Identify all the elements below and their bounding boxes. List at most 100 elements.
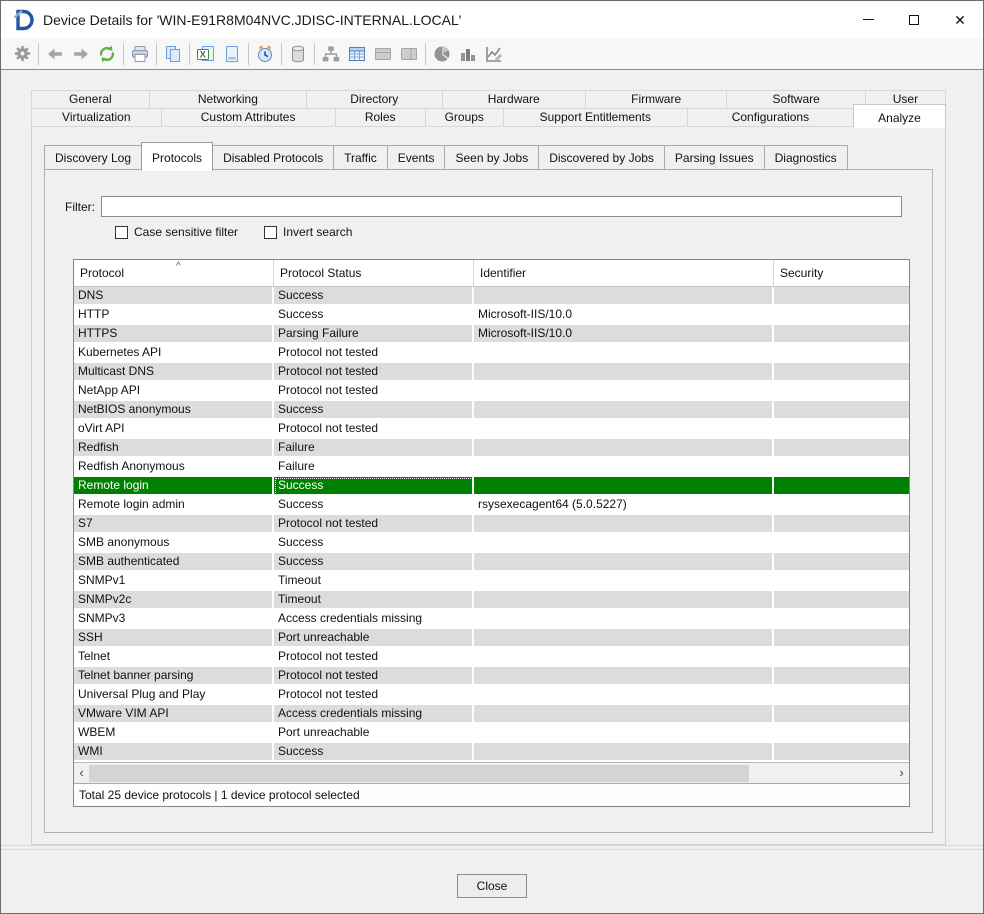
cell-security[interactable]	[774, 667, 909, 686]
cell-protocol[interactable]: SMB anonymous	[74, 534, 274, 553]
cell-status[interactable]: Parsing Failure	[274, 325, 474, 344]
cell-security[interactable]	[774, 401, 909, 420]
database-icon[interactable]	[285, 41, 311, 67]
tab-hardware[interactable]: Hardware	[442, 90, 586, 109]
cell-security[interactable]	[774, 306, 909, 325]
scrollbar-track[interactable]	[89, 765, 894, 782]
cell-security[interactable]	[774, 743, 909, 762]
cell-security[interactable]	[774, 287, 909, 306]
refresh-icon[interactable]	[94, 41, 120, 67]
cell-security[interactable]	[774, 610, 909, 629]
tab-custom-attributes[interactable]: Custom Attributes	[161, 108, 336, 127]
cell-identifier[interactable]	[474, 439, 774, 458]
table-row-http[interactable]: HTTPSuccessMicrosoft-IIS/10.0	[74, 306, 909, 325]
cell-protocol[interactable]: Redfish	[74, 439, 274, 458]
bar-chart-icon[interactable]	[455, 41, 481, 67]
table-row-vmware-vim-api[interactable]: VMware VIM APIAccess credentials missing	[74, 705, 909, 724]
maximize-button[interactable]	[891, 1, 937, 38]
subtab-discovered-by-jobs[interactable]: Discovered by Jobs	[538, 145, 665, 170]
pie-chart-icon[interactable]	[429, 41, 455, 67]
cell-protocol[interactable]: Remote login	[74, 477, 274, 496]
tab-configurations[interactable]: Configurations	[687, 108, 854, 127]
table-row-universal-plug-and-play[interactable]: Universal Plug and PlayProtocol not test…	[74, 686, 909, 705]
table-row-snmpv1[interactable]: SNMPv1Timeout	[74, 572, 909, 591]
cell-security[interactable]	[774, 629, 909, 648]
cell-status[interactable]: Success	[274, 496, 474, 515]
cell-protocol[interactable]: Telnet banner parsing	[74, 667, 274, 686]
table-row-redfish-anonymous[interactable]: Redfish AnonymousFailure	[74, 458, 909, 477]
cell-security[interactable]	[774, 515, 909, 534]
cell-identifier[interactable]: Microsoft-IIS/10.0	[474, 325, 774, 344]
cell-protocol[interactable]: WBEM	[74, 724, 274, 743]
cell-status[interactable]: Access credentials missing	[274, 705, 474, 724]
forward-arrow-icon[interactable]	[68, 41, 94, 67]
checkbox-icon[interactable]	[264, 226, 277, 239]
cell-identifier[interactable]	[474, 458, 774, 477]
cell-protocol[interactable]: Remote login admin	[74, 496, 274, 515]
cell-identifier[interactable]	[474, 534, 774, 553]
cell-identifier[interactable]	[474, 287, 774, 306]
table-row-kubernetes-api[interactable]: Kubernetes APIProtocol not tested	[74, 344, 909, 363]
cell-protocol[interactable]: Universal Plug and Play	[74, 686, 274, 705]
tab-roles[interactable]: Roles	[335, 108, 426, 127]
scrollbar-thumb[interactable]	[89, 765, 749, 782]
cell-identifier[interactable]	[474, 553, 774, 572]
table-row-wmi[interactable]: WMISuccess	[74, 743, 909, 762]
cell-security[interactable]	[774, 648, 909, 667]
cell-security[interactable]	[774, 382, 909, 401]
cell-status[interactable]: Protocol not tested	[274, 344, 474, 363]
cell-protocol[interactable]: WMI	[74, 743, 274, 762]
close-button[interactable]: Close	[457, 874, 527, 898]
cell-protocol[interactable]: SNMPv1	[74, 572, 274, 591]
minimize-button[interactable]	[845, 1, 891, 38]
close-window-button[interactable]: ✕	[937, 1, 983, 38]
cell-status[interactable]: Success	[274, 743, 474, 762]
table-row-redfish[interactable]: RedfishFailure	[74, 439, 909, 458]
table-row-snmpv3[interactable]: SNMPv3Access credentials missing	[74, 610, 909, 629]
cell-status[interactable]: Protocol not tested	[274, 648, 474, 667]
cell-identifier[interactable]	[474, 629, 774, 648]
cell-identifier[interactable]	[474, 363, 774, 382]
tab-virtualization[interactable]: Virtualization	[31, 108, 162, 127]
cell-security[interactable]	[774, 420, 909, 439]
cell-status[interactable]: Access credentials missing	[274, 610, 474, 629]
alarm-clock-icon[interactable]	[252, 41, 278, 67]
checkbox-icon[interactable]	[115, 226, 128, 239]
cell-protocol[interactable]: SNMPv2c	[74, 591, 274, 610]
cell-protocol[interactable]: Kubernetes API	[74, 344, 274, 363]
filter-input[interactable]	[101, 196, 902, 217]
cell-status[interactable]: Protocol not tested	[274, 686, 474, 705]
cell-security[interactable]	[774, 458, 909, 477]
cell-status[interactable]: Failure	[274, 439, 474, 458]
cell-status[interactable]: Protocol not tested	[274, 420, 474, 439]
cell-identifier[interactable]	[474, 344, 774, 363]
cell-status[interactable]: Success	[274, 477, 474, 496]
tab-firmware[interactable]: Firmware	[585, 90, 727, 109]
subtab-diagnostics[interactable]: Diagnostics	[764, 145, 848, 170]
cell-security[interactable]	[774, 477, 909, 496]
subtab-disabled-protocols[interactable]: Disabled Protocols	[212, 145, 334, 170]
excel-export-icon[interactable]: X	[193, 41, 219, 67]
table-row-ssh[interactable]: SSHPort unreachable	[74, 629, 909, 648]
cell-status[interactable]: Failure	[274, 458, 474, 477]
print-icon[interactable]	[127, 41, 153, 67]
subtab-seen-by-jobs[interactable]: Seen by Jobs	[444, 145, 539, 170]
cell-status[interactable]: Protocol not tested	[274, 382, 474, 401]
cell-identifier[interactable]	[474, 420, 774, 439]
cell-status[interactable]: Port unreachable	[274, 629, 474, 648]
cell-identifier[interactable]	[474, 648, 774, 667]
table-row-netbios-anonymous[interactable]: NetBIOS anonymousSuccess	[74, 401, 909, 420]
cell-status[interactable]: Success	[274, 534, 474, 553]
table-row-dns[interactable]: DNSSuccess	[74, 287, 909, 306]
cell-status[interactable]: Port unreachable	[274, 724, 474, 743]
panel-vertical-icon[interactable]	[396, 41, 422, 67]
cell-status[interactable]: Success	[274, 401, 474, 420]
cell-status[interactable]: Protocol not tested	[274, 667, 474, 686]
cell-identifier[interactable]	[474, 686, 774, 705]
table-row-wbem[interactable]: WBEMPort unreachable	[74, 724, 909, 743]
checkbox-invert-search[interactable]: Invert search	[264, 225, 352, 239]
cell-security[interactable]	[774, 363, 909, 382]
cell-protocol[interactable]: DNS	[74, 287, 274, 306]
cell-security[interactable]	[774, 686, 909, 705]
cell-identifier[interactable]	[474, 610, 774, 629]
